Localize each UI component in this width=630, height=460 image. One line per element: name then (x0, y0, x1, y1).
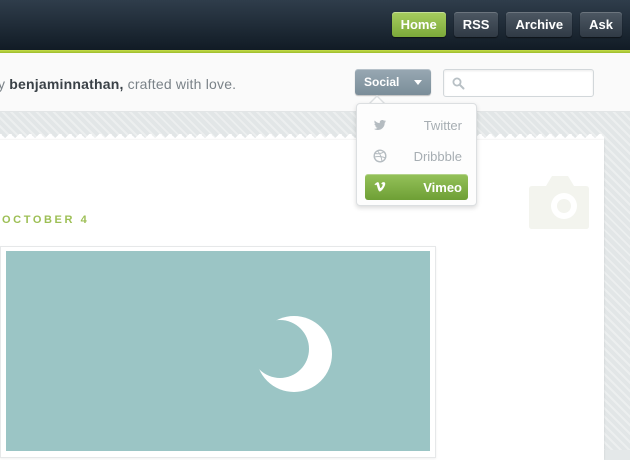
search-input[interactable] (470, 74, 589, 94)
vimeo-icon (374, 182, 386, 192)
camera-icon (529, 176, 589, 229)
post-photo[interactable] (6, 251, 430, 451)
moon-illustration (256, 316, 332, 392)
search-field[interactable] (443, 69, 594, 97)
search-icon (452, 77, 465, 90)
dribbble-icon (373, 149, 387, 163)
tagline-prefix: y (0, 76, 6, 92)
nav-home-button[interactable]: Home (391, 12, 446, 37)
twitter-icon (374, 120, 386, 130)
main-nav: Home RSS Archive Ask (391, 12, 630, 37)
social-item-label: Dribbble (413, 149, 462, 164)
sub-header: y benjaminnathan, crafted with love. Soc… (0, 53, 630, 112)
chevron-down-icon (414, 80, 422, 85)
social-dropdown-button[interactable]: Social (355, 69, 431, 95)
social-item-label: Vimeo (423, 180, 462, 195)
nav-rss-button[interactable]: RSS (453, 12, 499, 37)
tagline-suffix: crafted with love. (127, 76, 237, 92)
social-dropdown-menu: Twitter Dribbble Vimeo (356, 103, 477, 206)
author-name[interactable]: benjaminnathan, (9, 76, 123, 92)
social-item-dribbble[interactable]: Dribbble (365, 143, 468, 169)
nav-archive-button[interactable]: Archive (506, 12, 573, 37)
top-navigation-bar: Home RSS Archive Ask (0, 0, 630, 50)
nav-ask-button[interactable]: Ask (580, 12, 622, 37)
social-item-label: Twitter (423, 118, 462, 133)
social-item-vimeo[interactable]: Vimeo (365, 174, 468, 200)
social-item-twitter[interactable]: Twitter (365, 112, 468, 138)
social-button-label: Social (364, 75, 400, 89)
post-date: OCTOBER 4 (2, 214, 90, 226)
tagline: y benjaminnathan, crafted with love. (0, 76, 236, 92)
